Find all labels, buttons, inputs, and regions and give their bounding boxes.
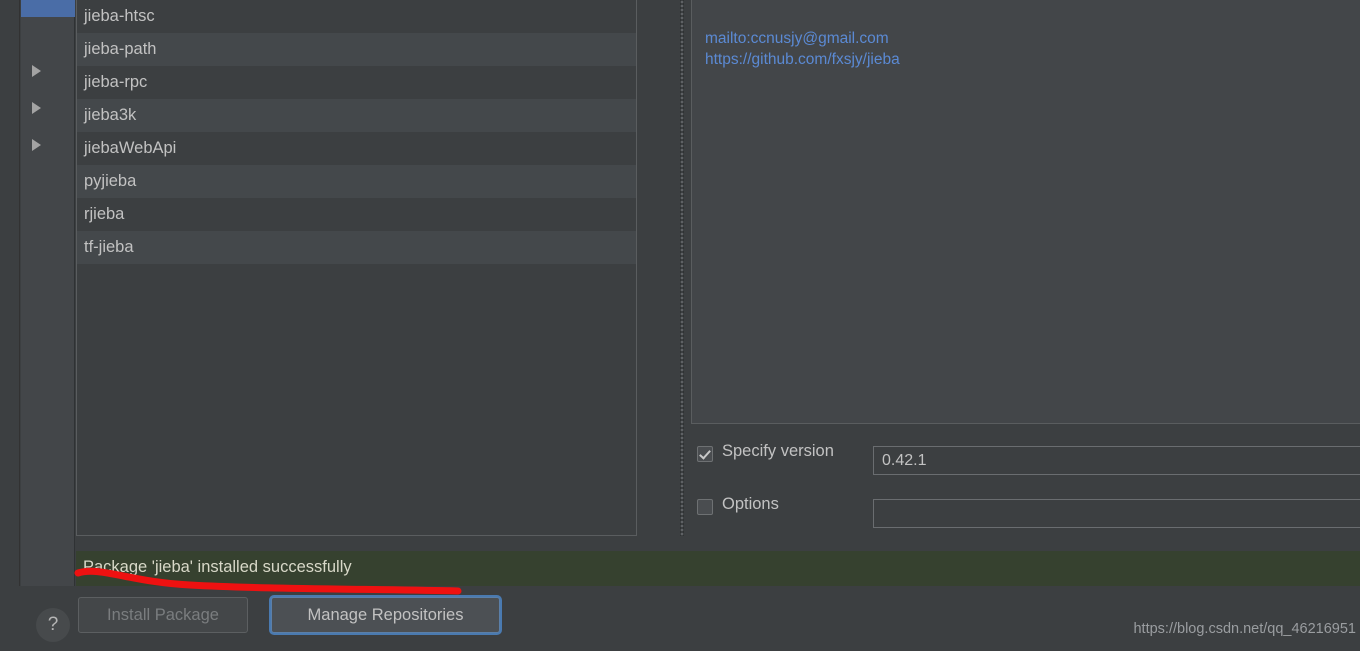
help-button[interactable]: ?: [36, 608, 70, 642]
list-item[interactable]: tf-jieba: [77, 231, 636, 264]
version-input[interactable]: [873, 446, 1360, 475]
status-banner: Package 'jieba' installed successfully: [76, 551, 1360, 586]
tree-gutter: [21, 0, 75, 592]
manage-repositories-button[interactable]: Manage Repositories: [271, 597, 500, 633]
options-row: Options: [686, 495, 1360, 533]
package-manager-dialog: ern jieba-htsc jieba-path jieba-rpc jieb…: [0, 0, 1360, 651]
specify-version-row: Specify version: [686, 442, 1360, 480]
expand-triangle-icon[interactable]: [32, 102, 41, 114]
install-package-button[interactable]: Install Package: [78, 597, 248, 633]
list-item[interactable]: pyjieba: [77, 165, 636, 198]
options-label: Options: [722, 495, 779, 513]
package-list[interactable]: jieba-htsc jieba-path jieba-rpc jieba3k …: [76, 0, 637, 536]
options-input[interactable]: [873, 499, 1360, 528]
selection-highlight-bar: [21, 0, 75, 17]
list-item[interactable]: jieba-path: [77, 33, 636, 66]
package-description-panel: mailto:ccnusjy@gmail.com https://github.…: [691, 0, 1360, 424]
status-message: Package 'jieba' installed successfully: [83, 558, 352, 576]
watermark-text: https://blog.csdn.net/qq_46216951: [1133, 621, 1356, 637]
description-link-github[interactable]: https://github.com/fxsjy/jieba: [705, 49, 1360, 70]
expand-triangle-icon[interactable]: [32, 65, 41, 77]
panel-splitter[interactable]: [678, 0, 686, 536]
install-options-form: Specify version Options: [686, 424, 1360, 536]
list-item[interactable]: jiebaWebApi: [77, 132, 636, 165]
list-item[interactable]: jieba-rpc: [77, 66, 636, 99]
specify-version-checkbox[interactable]: [697, 446, 713, 462]
specify-version-label: Specify version: [722, 442, 834, 460]
expand-triangle-icon[interactable]: [32, 139, 41, 151]
list-item[interactable]: jieba3k: [77, 99, 636, 132]
splitter-grip-icon: [680, 0, 684, 536]
list-panel-gap: [637, 0, 680, 536]
options-checkbox[interactable]: [697, 499, 713, 515]
description-link-mailto[interactable]: mailto:ccnusjy@gmail.com: [705, 28, 1360, 49]
left-edge-strip: [0, 0, 20, 592]
list-item[interactable]: jieba-htsc: [77, 0, 636, 33]
list-item[interactable]: rjieba: [77, 198, 636, 231]
